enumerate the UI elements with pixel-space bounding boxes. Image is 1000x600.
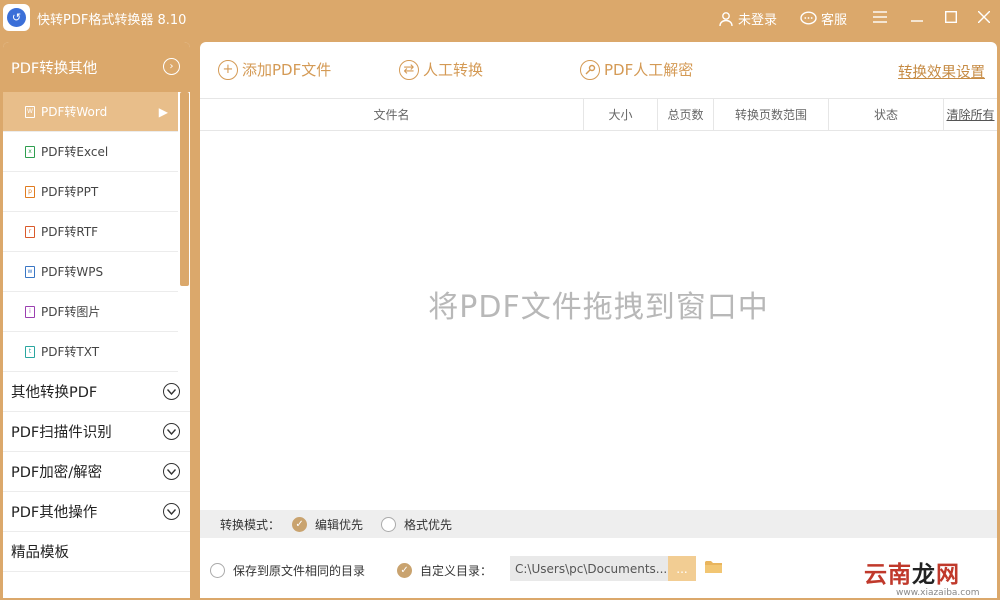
sidebar-item-label: PDF转PPT [41,185,99,199]
category-label: 精品模板 [11,545,69,561]
radio-custom-directory[interactable]: ✓ [397,562,413,578]
sidebar-item-label: PDF转WPS [41,265,104,279]
mode-option-label: 格式优先 [404,517,453,532]
title-bar: ↺ 快转PDF格式转换器 8.10 未登录 客服 [0,0,1000,36]
add-file-label: 添加PDF文件 [242,61,332,79]
excel-file-icon: x [25,145,35,158]
category-label: PDF加密/解密 [11,465,103,481]
output-path-value: C:\Users\pc\Documents... [515,561,668,576]
radio-edit-priority[interactable]: ✓ [292,516,308,532]
wps-file-icon: w [25,265,35,278]
same-dir-label: 保存到原文件相同的目录 [233,563,366,578]
app-title: 快转PDF格式转换器 8.10 [37,13,187,28]
manual-decrypt-label: PDF人工解密 [604,61,694,79]
sidebar: PDF转换其他 › W PDF转Word ▶ x PDF转Excel p PDF… [3,42,190,598]
hamburger-menu-icon [873,11,887,23]
app-logo-icon: ↺ [3,4,30,31]
drop-zone-hint: 将PDF文件拖拽到窗口中 [428,290,769,325]
sidebar-item-pdf-to-ppt[interactable]: p PDF转PPT [3,172,178,212]
category-label: 其他转换PDF [11,385,98,401]
sidebar-item-label: PDF转TXT [41,345,100,359]
user-icon [719,11,733,26]
main-panel: + 添加PDF文件 ⇄ 人工转换 PDF人工解密 转换效果设置 文件名 大小 总… [200,42,997,598]
file-table-header: 文件名 大小 总页数 转换页数范围 状态 清除所有 [200,98,997,131]
image-file-icon: i [25,305,35,318]
login-button[interactable]: 未登录 [718,9,777,28]
maximize-icon [945,11,957,23]
sidebar-item-pdf-to-rtf[interactable]: r PDF转RTF [3,212,178,252]
folder-icon[interactable] [705,560,723,574]
column-filename: 文件名 [200,99,584,130]
chevron-down-icon[interactable] [163,463,180,480]
chat-bubble-icon [800,11,817,25]
clear-all-button[interactable]: 清除所有 [944,99,997,130]
sidebar-item-label: PDF转Word [41,105,108,119]
category-pdf-scan-ocr[interactable]: PDF扫描件识别 [3,412,190,452]
chevron-down-icon[interactable] [163,503,180,520]
watermark-logo: 云南龙网 [864,555,960,589]
category-label: PDF转换其他 [11,60,98,77]
radio-same-directory[interactable] [210,562,225,578]
column-size: 大小 [584,99,658,130]
watermark-url: www.xiazaiba.com [896,588,980,598]
minimize-button[interactable] [906,6,928,28]
swap-arrows-icon: ⇄ [399,59,419,80]
category-pdf-encrypt-decrypt[interactable]: PDF加密/解密 [3,452,190,492]
sidebar-item-pdf-to-image[interactable]: i PDF转图片 [3,292,178,332]
sidebar-scrollbar[interactable] [180,92,189,286]
column-status: 状态 [829,99,944,130]
conversion-mode-bar: 转换模式： ✓ 编辑优先 格式优先 [200,510,997,538]
login-label: 未登录 [738,13,778,28]
watermark-text-left: 云南 [864,562,912,588]
rtf-file-icon: r [25,225,35,238]
conversion-effect-settings-link[interactable]: 转换效果设置 [898,61,985,82]
chevron-down-icon[interactable] [163,423,180,440]
maximize-button[interactable] [940,6,962,28]
plus-circle-icon: + [218,59,238,80]
sidebar-item-pdf-to-wps[interactable]: w PDF转WPS [3,252,178,292]
menu-button[interactable] [869,6,891,28]
chevron-down-icon[interactable] [163,383,180,400]
ppt-file-icon: p [25,185,35,198]
manual-convert-button[interactable]: ⇄ 人工转换 [399,59,483,80]
sidebar-item-pdf-to-txt[interactable]: t PDF转TXT [3,332,178,372]
close-button[interactable] [973,6,995,28]
category-pdf-other-ops[interactable]: PDF其他操作 [3,492,190,532]
manual-convert-label: 人工转换 [423,61,484,79]
toolbar: + 添加PDF文件 ⇄ 人工转换 PDF人工解密 转换效果设置 [200,42,997,98]
collapse-chevron-icon[interactable]: › [163,58,180,75]
sidebar-item-label: PDF转Excel [41,145,109,159]
add-pdf-file-button[interactable]: + 添加PDF文件 [218,59,331,80]
selected-arrow-icon: ▶ [158,105,168,119]
category-premium-templates[interactable]: 精品模板 [3,532,190,572]
service-label: 客服 [821,13,848,28]
category-label: PDF其他操作 [11,505,98,521]
minimize-icon [911,20,923,22]
mode-label: 转换模式： [220,517,281,532]
txt-file-icon: t [25,345,35,358]
sidebar-item-pdf-to-word[interactable]: W PDF转Word ▶ [3,92,178,132]
key-icon [580,59,600,80]
column-total-pages: 总页数 [658,99,714,130]
manual-decrypt-button[interactable]: PDF人工解密 [580,59,693,80]
browse-path-button[interactable]: ... [668,556,696,581]
sidebar-item-pdf-to-excel[interactable]: x PDF转Excel [3,132,178,172]
close-icon [978,11,990,23]
sidebar-item-label: PDF转图片 [41,305,101,319]
category-pdf-convert-other[interactable]: PDF转换其他 › [3,42,190,92]
watermark-text-mid: 龙 [912,562,936,588]
sub-item-list: W PDF转Word ▶ x PDF转Excel p PDF转PPT r PDF… [3,92,190,372]
custom-dir-label: 自定义目录： [420,563,493,578]
column-page-range: 转换页数范围 [714,99,829,130]
sidebar-item-label: PDF转RTF [41,225,99,239]
category-label: PDF扫描件识别 [11,425,112,441]
radio-format-priority[interactable] [381,516,397,532]
watermark-text-right: 网 [936,562,960,588]
mode-option-label: 编辑优先 [315,517,364,532]
customer-service-button[interactable]: 客服 [800,9,847,28]
category-other-to-pdf[interactable]: 其他转换PDF [3,372,190,412]
word-file-icon: W [25,105,35,118]
